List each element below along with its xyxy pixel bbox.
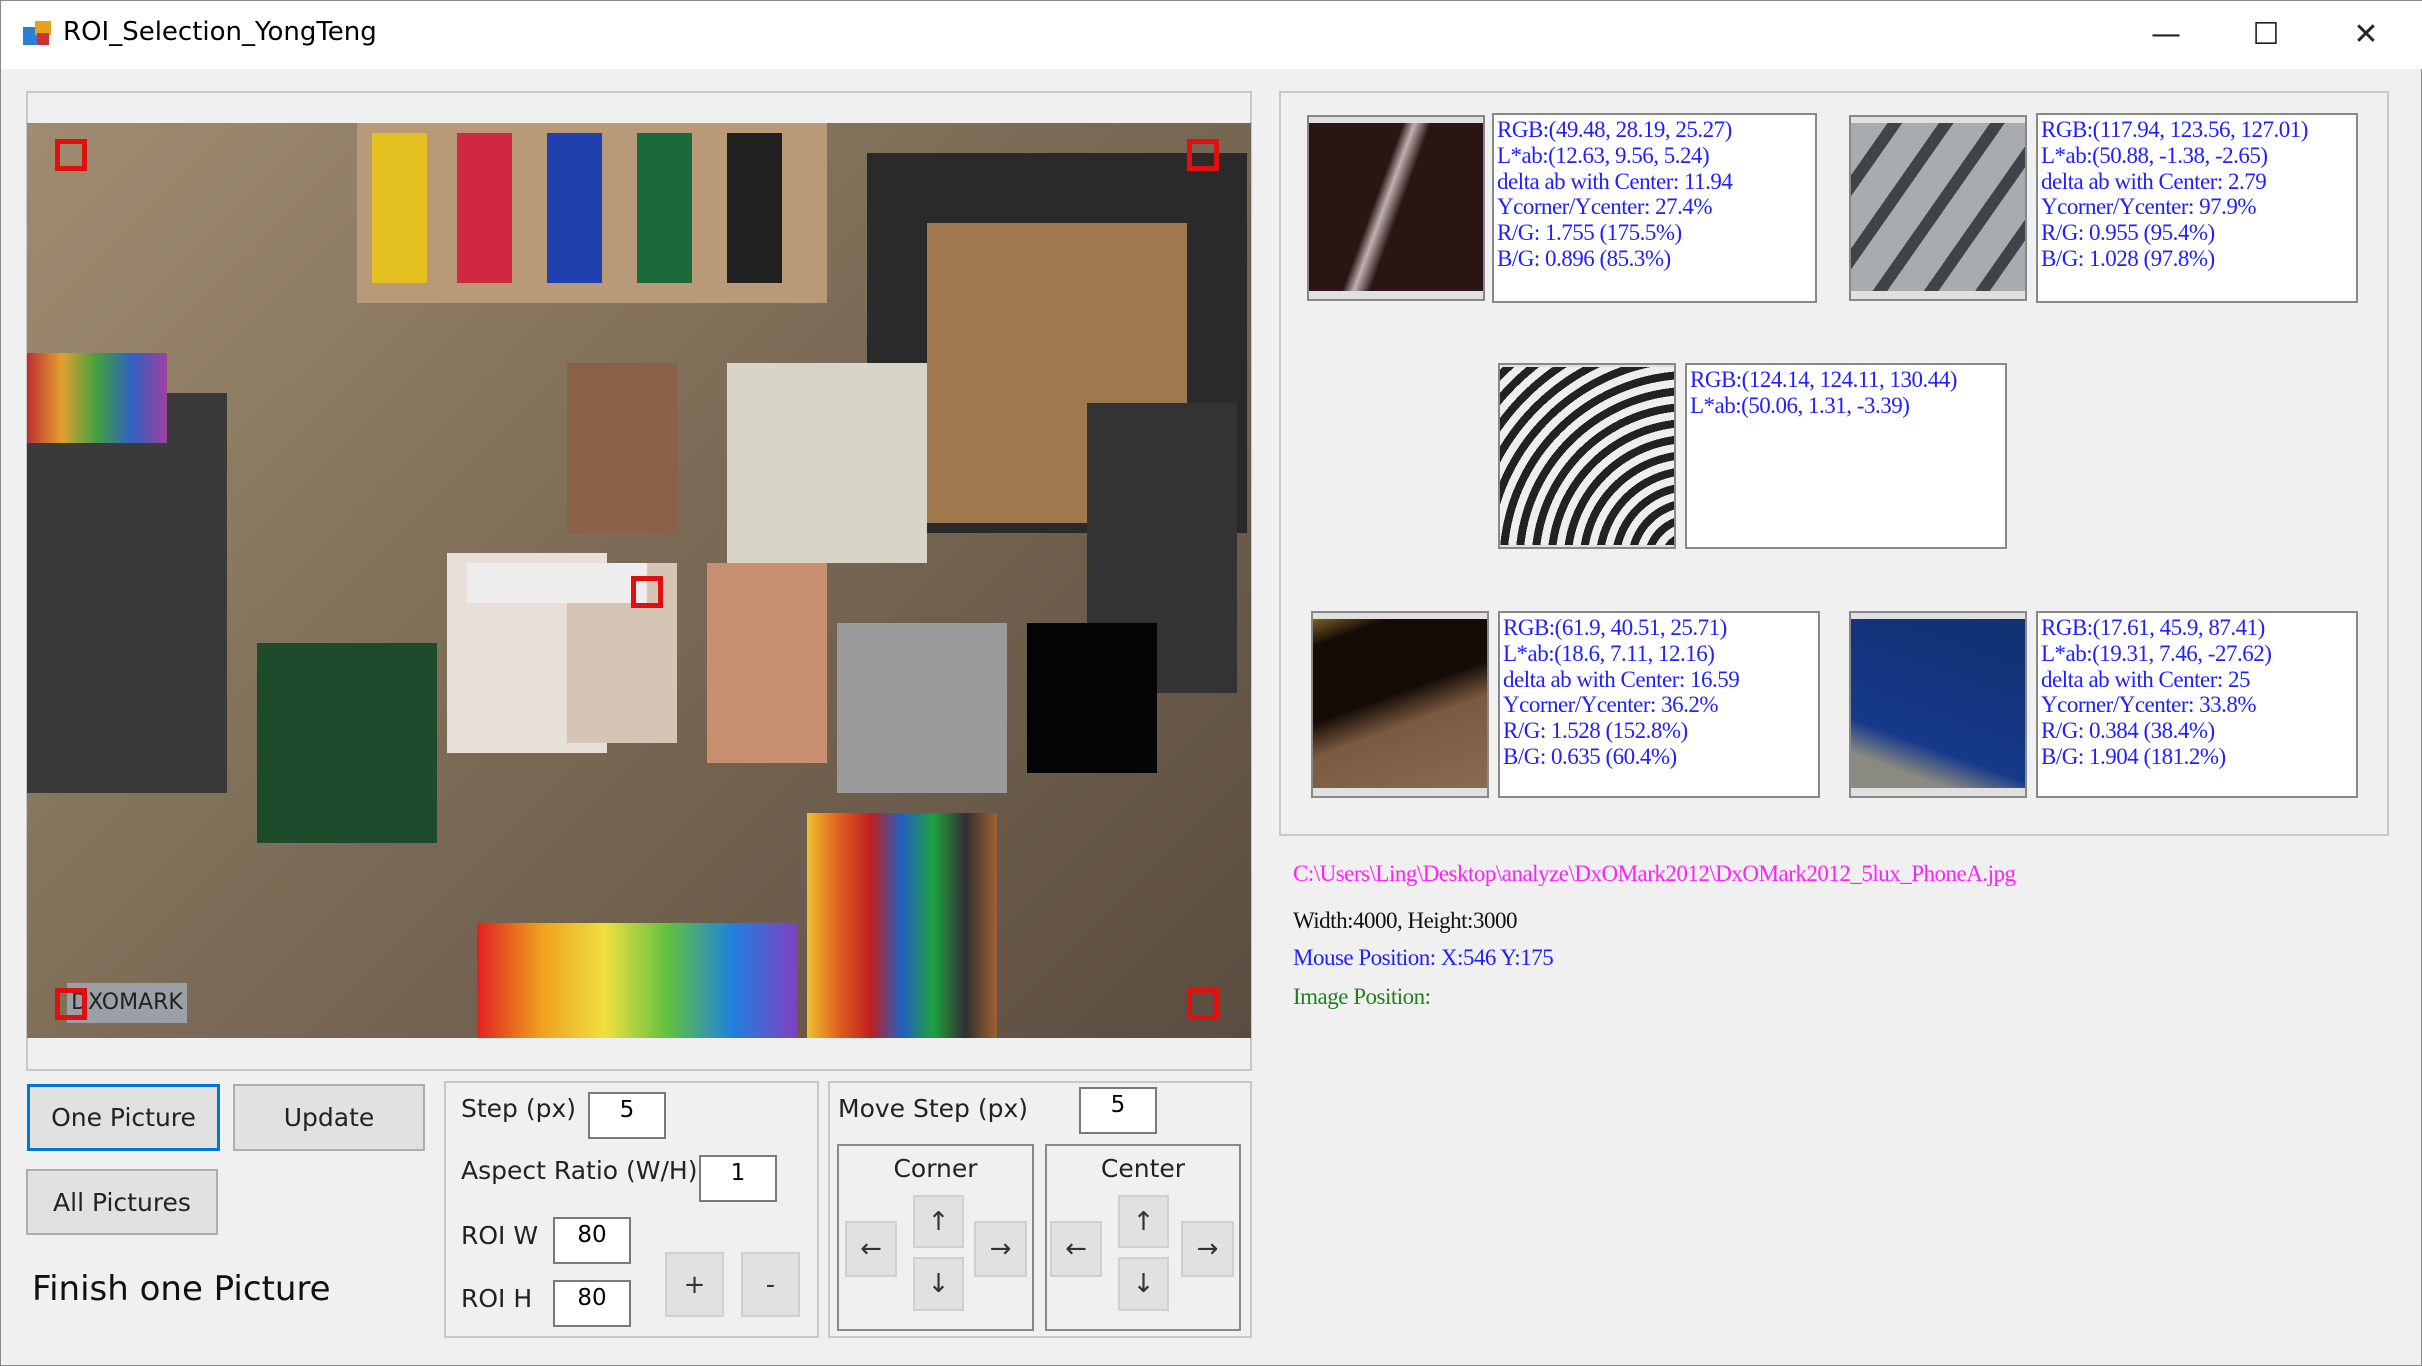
lab-value: L*ab:(50.88, -1.38, -2.65)	[2041, 142, 2268, 168]
luma-ratio: Ycorner/Ycenter: 27.4%	[1497, 194, 1713, 220]
minimize-button[interactable]: —	[2131, 11, 2201, 59]
luma-ratio: Ycorner/Ycenter: 97.9%	[2041, 194, 2257, 220]
roi-info-bottom-right: RGB:(17.61, 45.9, 87.41) L*ab:(19.31, 7.4…	[2036, 611, 2358, 798]
rg-ratio: R/G: 1.528 (152.8%)	[1503, 718, 1688, 744]
rgb-value: RGB:(61.9, 40.51, 25.71)	[1503, 615, 1727, 640]
title-bar: ROI_Selection_YongTeng — ☐ ✕	[1, 1, 2422, 69]
lab-value: L*ab:(50.06, 1.31, -3.39)	[1690, 392, 1910, 418]
all-pictures-button[interactable]: All Pictures	[26, 1169, 218, 1235]
bg-ratio: B/G: 0.896 (85.3%)	[1497, 245, 1671, 271]
roi-info-top-left: RGB:(49.48, 28.19, 25.27) L*ab:(12.63, 9.…	[1492, 113, 1817, 303]
rgb-value: RGB:(17.61, 45.9, 87.41)	[2041, 615, 2265, 640]
bg-ratio: B/G: 1.028 (97.8%)	[2041, 245, 2215, 271]
roi-info-center: RGB:(124.14, 124.11, 130.44) L*ab:(50.06,…	[1685, 363, 2007, 549]
roi-thumbnail-bottom-left	[1311, 611, 1489, 798]
luma-ratio: Ycorner/Ycenter: 33.8%	[2041, 692, 2257, 718]
luma-ratio: Ycorner/Ycenter: 36.2%	[1503, 692, 1719, 718]
mouse-position: Mouse Position: X:546 Y:175	[1293, 945, 1554, 970]
maximize-button[interactable]: ☐	[2231, 11, 2301, 59]
move-step-input[interactable]: 5	[1079, 1087, 1157, 1134]
delta-value: delta ab with Center: 16.59	[1503, 666, 1740, 692]
roi-marker-bottom-right[interactable]	[1187, 988, 1219, 1020]
aspect-ratio-label: Aspect Ratio (W/H)	[461, 1156, 698, 1185]
roi-thumbnail-top-left	[1307, 115, 1485, 301]
window-title: ROI_Selection_YongTeng	[63, 17, 377, 47]
roi-marker-top-right[interactable]	[1187, 139, 1219, 171]
roi-w-label: ROI W	[461, 1221, 539, 1250]
corner-left-button[interactable]: ←	[845, 1221, 897, 1277]
corner-down-button[interactable]: ↓	[913, 1257, 964, 1311]
roi-thumbnail-top-right	[1849, 115, 2027, 301]
update-button[interactable]: Update	[233, 1084, 425, 1151]
one-picture-button[interactable]: One Picture	[27, 1084, 220, 1151]
rgb-value: RGB:(117.94, 123.56, 127.01)	[2041, 117, 2308, 142]
corner-up-button[interactable]: ↑	[913, 1195, 964, 1248]
test-chart-image[interactable]: DXOMARK	[27, 123, 1251, 1038]
lab-value: L*ab:(12.63, 9.56, 5.24)	[1497, 142, 1710, 168]
lab-value: L*ab:(19.31, 7.46, -27.62)	[2041, 640, 2272, 666]
delta-value: delta ab with Center: 11.94	[1497, 168, 1733, 194]
rg-ratio: R/G: 0.955 (95.4%)	[2041, 220, 2215, 246]
bg-ratio: B/G: 0.635 (60.4%)	[1503, 743, 1677, 769]
corner-label: Corner	[893, 1154, 978, 1183]
roi-w-input[interactable]: 80	[553, 1217, 631, 1264]
roi-marker-bottom-left[interactable]	[55, 988, 87, 1020]
roi-h-input[interactable]: 80	[553, 1280, 631, 1327]
corner-right-button[interactable]: →	[974, 1221, 1027, 1277]
close-button[interactable]: ✕	[2331, 11, 2401, 59]
increase-roi-button[interactable]: +	[665, 1252, 724, 1317]
center-right-button[interactable]: →	[1181, 1221, 1234, 1277]
step-input[interactable]: 5	[588, 1092, 666, 1139]
center-label: Center	[1100, 1154, 1186, 1183]
roi-thumbnail-center	[1498, 363, 1676, 549]
aspect-ratio-input[interactable]: 1	[699, 1155, 777, 1202]
step-label: Step (px)	[461, 1094, 577, 1123]
delta-value: delta ab with Center: 2.79	[2041, 168, 2267, 194]
roi-info-top-right: RGB:(117.94, 123.56, 127.01) L*ab:(50.88,…	[2036, 113, 2358, 303]
center-left-button[interactable]: ←	[1050, 1221, 1102, 1277]
delta-value: delta ab with Center: 25	[2041, 666, 2251, 692]
file-path: C:\Users\Ling\Desktop\analyze\DxOMark201…	[1293, 861, 2016, 886]
roi-thumbnail-bottom-right	[1849, 611, 2027, 798]
roi-marker-center[interactable]	[631, 576, 663, 608]
image-size: Width:4000, Height:3000	[1293, 908, 1517, 933]
rgb-value: RGB:(124.14, 124.11, 130.44)	[1690, 367, 1957, 392]
roi-info-bottom-left: RGB:(61.9, 40.51, 25.71) L*ab:(18.6, 7.11…	[1498, 611, 1820, 798]
roi-h-label: ROI H	[461, 1284, 533, 1313]
app-icon	[23, 19, 53, 47]
rg-ratio: R/G: 0.384 (38.4%)	[2041, 718, 2215, 744]
center-down-button[interactable]: ↓	[1118, 1257, 1169, 1311]
rg-ratio: R/G: 1.755 (175.5%)	[1497, 220, 1682, 246]
roi-marker-top-left[interactable]	[55, 139, 87, 171]
status-message: Finish one Picture	[32, 1269, 331, 1309]
center-up-button[interactable]: ↑	[1118, 1195, 1169, 1248]
lab-value: L*ab:(18.6, 7.11, 12.16)	[1503, 640, 1715, 666]
image-position: Image Position:	[1293, 984, 1431, 1009]
decrease-roi-button[interactable]: -	[741, 1252, 800, 1317]
rgb-value: RGB:(49.48, 28.19, 25.27)	[1497, 117, 1732, 142]
move-step-label: Move Step (px)	[838, 1094, 1029, 1123]
bg-ratio: B/G: 1.904 (181.2%)	[2041, 743, 2226, 769]
